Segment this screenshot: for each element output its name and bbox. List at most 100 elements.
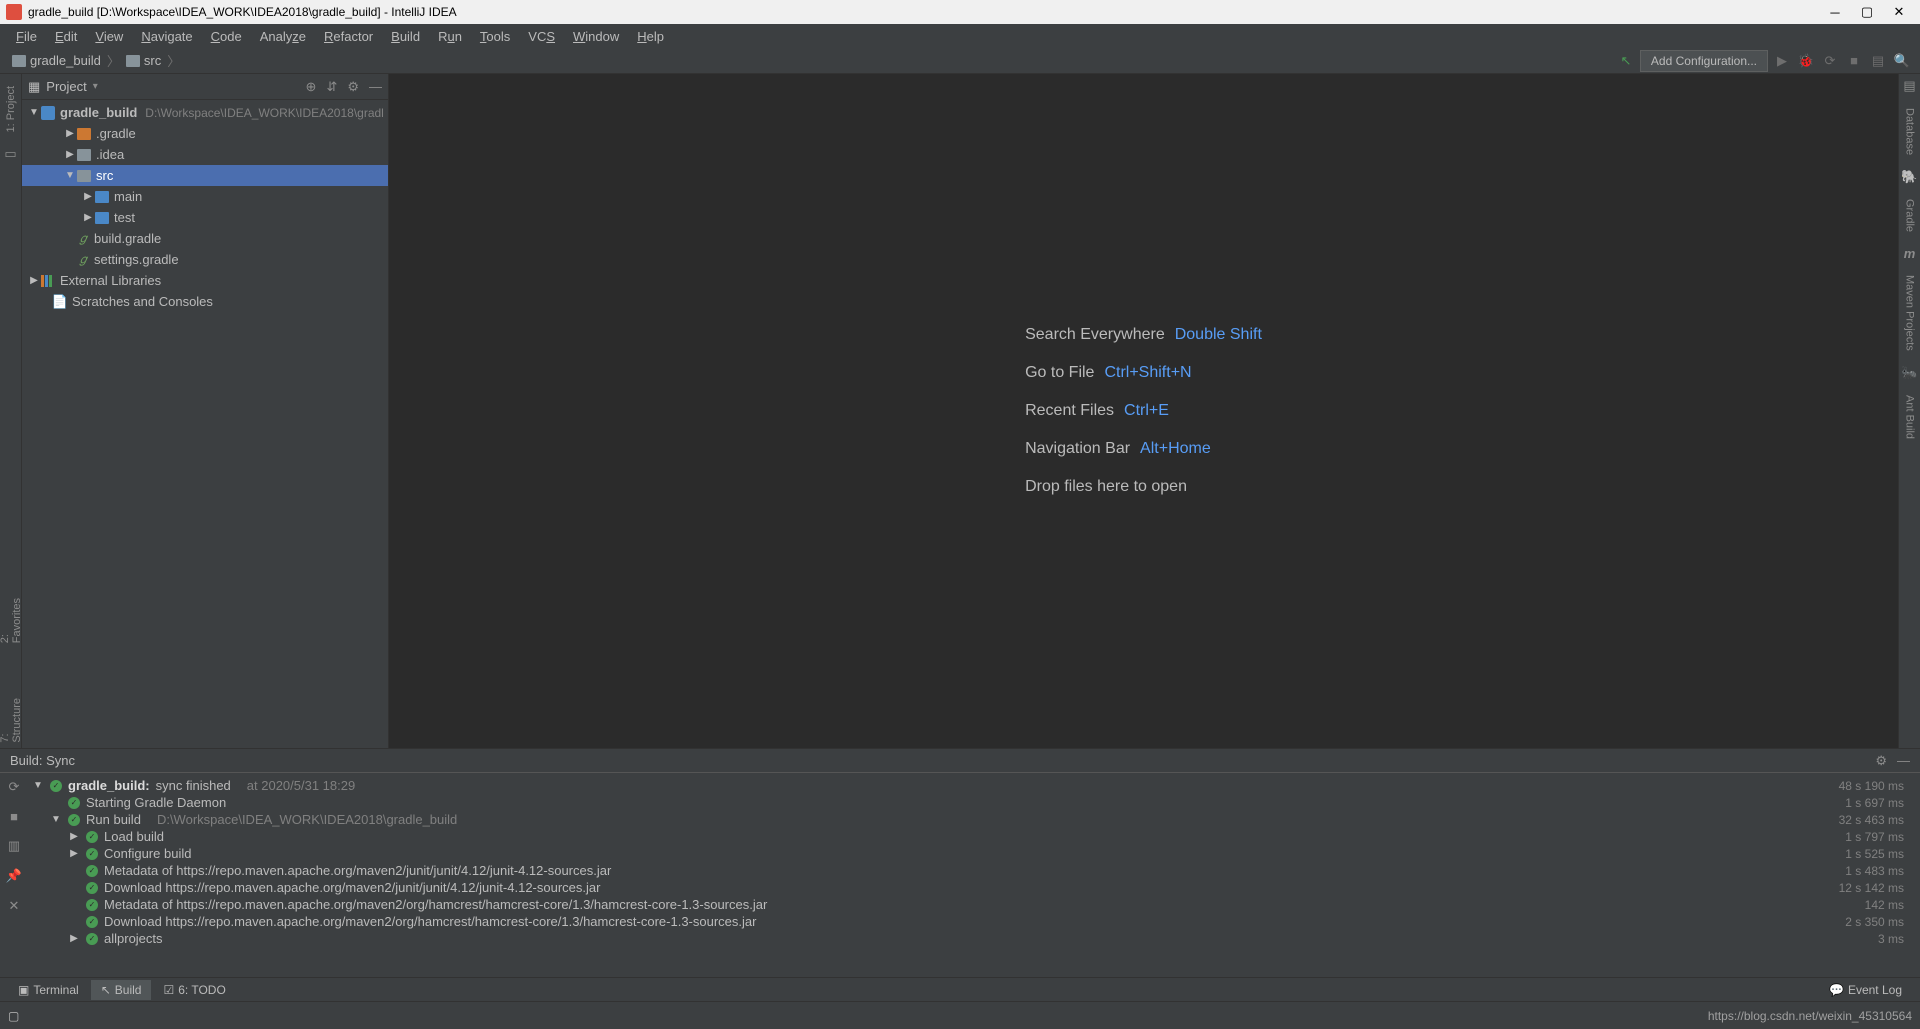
expand-arrow-icon[interactable]: ▶ bbox=[82, 212, 94, 223]
pin-icon[interactable]: 📌 bbox=[6, 868, 22, 884]
expand-arrow-icon[interactable]: ▼ bbox=[28, 107, 40, 118]
gutter-gradle-tab[interactable]: Gradle bbox=[1904, 191, 1916, 240]
gutter-maven-tab[interactable]: Maven Projects bbox=[1904, 267, 1916, 359]
build-row[interactable]: ✓Metadata of https://repo.maven.apache.o… bbox=[28, 896, 1910, 913]
expand-arrow-icon[interactable]: ▼ bbox=[50, 814, 62, 825]
menu-view[interactable]: View bbox=[87, 27, 131, 46]
menu-refactor[interactable]: Refactor bbox=[316, 27, 381, 46]
tree-node-test[interactable]: ▶ test bbox=[22, 207, 388, 228]
menu-help[interactable]: Help bbox=[629, 27, 672, 46]
menu-file[interactable]: File bbox=[8, 27, 45, 46]
menu-edit[interactable]: Edit bbox=[47, 27, 85, 46]
build-label: sync finished bbox=[156, 778, 231, 793]
collapse-icon[interactable]: ⇵ bbox=[326, 79, 337, 95]
menu-code[interactable]: Code bbox=[203, 27, 250, 46]
build-row[interactable]: ▶✓Configure build1 s 525 ms bbox=[28, 845, 1910, 862]
run-icon[interactable]: ▶ bbox=[1772, 51, 1792, 71]
tree-label: src bbox=[96, 168, 113, 183]
expand-arrow-icon[interactable]: ▼ bbox=[32, 780, 44, 791]
tree-node-external-libs[interactable]: ▶ External Libraries bbox=[22, 270, 388, 291]
maximize-button[interactable]: ▢ bbox=[1860, 5, 1874, 19]
menu-navigate[interactable]: Navigate bbox=[133, 27, 200, 46]
chevron-down-icon[interactable]: ▾ bbox=[93, 81, 98, 92]
build-row[interactable]: ▶✓allprojects3 ms bbox=[28, 930, 1910, 947]
tree-node-idea[interactable]: ▶ .idea bbox=[22, 144, 388, 165]
expand-arrow-icon[interactable]: ▶ bbox=[64, 149, 76, 160]
gutter-database-tab[interactable]: Database bbox=[1904, 100, 1916, 163]
editor-empty-area[interactable]: Search EverywhereDouble Shift Go to File… bbox=[389, 74, 1898, 748]
folder-icon[interactable]: ▭ bbox=[4, 146, 16, 162]
expand-arrow-icon[interactable]: ▶ bbox=[68, 831, 80, 842]
menu-run[interactable]: Run bbox=[430, 27, 470, 46]
build-row[interactable]: ✓Starting Gradle Daemon1 s 697 ms bbox=[28, 794, 1910, 811]
filter-icon[interactable]: ▥ bbox=[8, 838, 20, 854]
todo-icon: ☑ bbox=[163, 983, 174, 997]
tree-path: D:\Workspace\IDEA_WORK\IDEA2018\gradl bbox=[145, 106, 384, 120]
stop-icon[interactable]: ■ bbox=[10, 809, 18, 824]
build-tree[interactable]: ▼✓gradle_build: sync finishedat 2020/5/3… bbox=[28, 773, 1920, 977]
build-row[interactable]: ✓Download https://repo.maven.apache.org/… bbox=[28, 879, 1910, 896]
project-structure-icon[interactable]: ▤ bbox=[1868, 51, 1888, 71]
stop-icon[interactable]: ■ bbox=[1844, 51, 1864, 71]
expand-arrow-icon[interactable]: ▶ bbox=[68, 933, 80, 944]
maven-icon[interactable]: m bbox=[1904, 246, 1916, 261]
gutter-favorites-tab[interactable]: 2: Favorites bbox=[0, 590, 23, 651]
build-row[interactable]: ✓Metadata of https://repo.maven.apache.o… bbox=[28, 862, 1910, 879]
locate-icon[interactable]: ⊕ bbox=[306, 79, 317, 95]
tab-event-log[interactable]: 💬Event Log bbox=[1819, 980, 1912, 1000]
build-row[interactable]: ▶✓Load build1 s 797 ms bbox=[28, 828, 1910, 845]
right-tool-gutter: ▤ Database 🐘 Gradle m Maven Projects 🐜 A… bbox=[1898, 74, 1920, 748]
debug-icon[interactable]: 🐞 bbox=[1796, 51, 1816, 71]
tree-node-scratches[interactable]: 📄 Scratches and Consoles bbox=[22, 291, 388, 312]
tab-todo[interactable]: ☑6: TODO bbox=[153, 980, 235, 1000]
breadcrumb-item-src[interactable]: src bbox=[122, 51, 165, 70]
tree-node-main[interactable]: ▶ main bbox=[22, 186, 388, 207]
sync-icon[interactable]: ⟳ bbox=[9, 779, 20, 795]
tree-node-gradle[interactable]: ▶ .gradle bbox=[22, 123, 388, 144]
add-configuration-button[interactable]: Add Configuration... bbox=[1640, 50, 1768, 72]
close-icon[interactable]: ✕ bbox=[9, 898, 20, 914]
gutter-structure-tab[interactable]: 7: Structure bbox=[0, 690, 23, 751]
build-label: allprojects bbox=[104, 931, 163, 946]
menu-tools[interactable]: Tools bbox=[472, 27, 518, 46]
build-row[interactable]: ✓Download https://repo.maven.apache.org/… bbox=[28, 913, 1910, 930]
menu-analyze[interactable]: Analyze bbox=[252, 27, 314, 46]
expand-arrow-icon[interactable]: ▼ bbox=[64, 170, 76, 181]
hide-icon[interactable]: — bbox=[1897, 753, 1910, 769]
expand-arrow-icon[interactable]: ▶ bbox=[28, 275, 40, 286]
menu-window[interactable]: Window bbox=[565, 27, 627, 46]
gradle-icon[interactable]: 🐘 bbox=[1901, 169, 1917, 185]
database-icon[interactable]: ▤ bbox=[1903, 78, 1915, 94]
chevron-right-icon: 〉 bbox=[107, 51, 120, 70]
gutter-project-tab[interactable]: 1: Project bbox=[5, 78, 17, 140]
search-icon[interactable]: 🔍 bbox=[1892, 51, 1912, 71]
expand-arrow-icon[interactable]: ▶ bbox=[68, 848, 80, 859]
coverage-icon[interactable]: ⟳ bbox=[1820, 51, 1840, 71]
build-row[interactable]: ▼✓gradle_build: sync finishedat 2020/5/3… bbox=[28, 777, 1910, 794]
tree-node-src[interactable]: ▼ src bbox=[22, 165, 388, 186]
ant-icon[interactable]: 🐜 bbox=[1901, 365, 1917, 381]
hint-key: Alt+Home bbox=[1140, 440, 1211, 458]
gear-icon[interactable]: ⚙ bbox=[347, 79, 359, 95]
expand-arrow-icon[interactable]: ▶ bbox=[82, 191, 94, 202]
build-row[interactable]: ▼✓Run buildD:\Workspace\IDEA_WORK\IDEA20… bbox=[28, 811, 1910, 828]
menu-build[interactable]: Build bbox=[383, 27, 428, 46]
minimize-button[interactable]: ─ bbox=[1828, 5, 1842, 19]
project-tree[interactable]: ▼ gradle_build D:\Workspace\IDEA_WORK\ID… bbox=[22, 100, 388, 748]
tree-node-build-gradle[interactable]: 𝑔 build.gradle bbox=[22, 228, 388, 249]
gutter-ant-tab[interactable]: Ant Build bbox=[1904, 387, 1916, 447]
hammer-icon[interactable]: ↖ bbox=[1616, 51, 1636, 71]
close-button[interactable]: ✕ bbox=[1892, 5, 1906, 19]
expand-arrow-icon[interactable]: ▶ bbox=[64, 128, 76, 139]
hide-icon[interactable]: — bbox=[369, 79, 382, 95]
tree-node-root[interactable]: ▼ gradle_build D:\Workspace\IDEA_WORK\ID… bbox=[22, 102, 388, 123]
tree-label: Scratches and Consoles bbox=[72, 294, 213, 309]
menu-vcs[interactable]: VCS bbox=[520, 27, 563, 46]
tool-windows-icon[interactable]: ▢ bbox=[8, 1009, 19, 1023]
gear-icon[interactable]: ⚙ bbox=[1875, 753, 1887, 769]
breadcrumb-item-root[interactable]: gradle_build bbox=[8, 51, 105, 70]
tab-build[interactable]: ↖Build bbox=[91, 980, 152, 1000]
tree-node-settings-gradle[interactable]: 𝑔 settings.gradle bbox=[22, 249, 388, 270]
build-time: 1 s 697 ms bbox=[1845, 796, 1904, 810]
tab-terminal[interactable]: ▣Terminal bbox=[8, 980, 89, 1000]
